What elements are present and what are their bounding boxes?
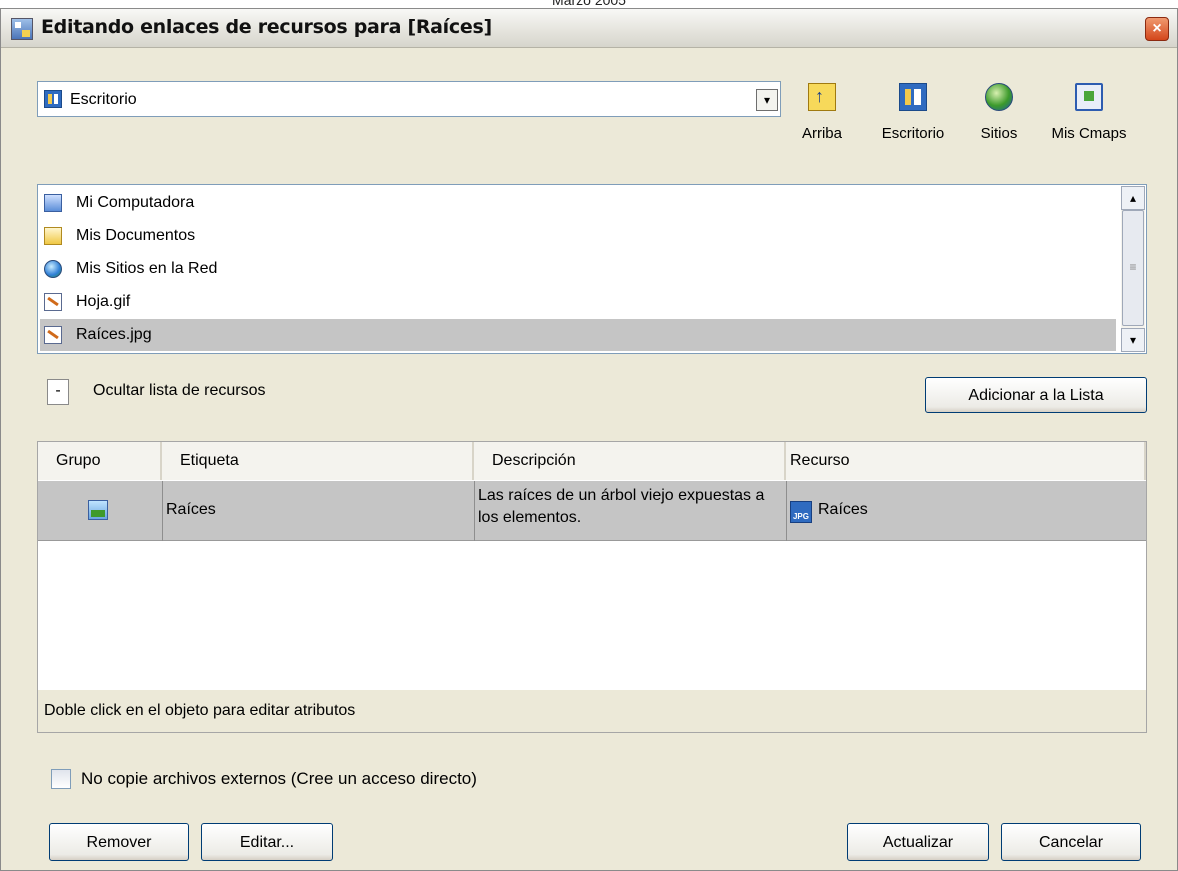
location-combo[interactable]: Escritorio — [37, 81, 781, 117]
grip-icon: ≡ — [1129, 260, 1137, 274]
resource-links-table: Grupo Etiqueta Descripción Recurso Raíce… — [37, 441, 1147, 733]
column-header-resource[interactable]: Recurso — [786, 442, 1146, 480]
edit-button[interactable]: Editar... — [201, 823, 333, 861]
close-icon: × — [1152, 20, 1162, 37]
list-item-label: Mis Sitios en la Red — [76, 260, 218, 277]
chevron-down-icon: ▾ — [763, 93, 771, 107]
update-button[interactable]: Actualizar — [847, 823, 989, 861]
cancel-button[interactable]: Cancelar — [1001, 823, 1141, 861]
cell-divider — [474, 481, 475, 541]
vertical-scrollbar[interactable]: ▴ ≡ ▾ — [1121, 186, 1145, 352]
column-header-group[interactable]: Grupo — [38, 442, 162, 480]
toolbar-up-button[interactable]: Arriba — [787, 83, 857, 142]
list-item-network-places[interactable]: Mis Sitios en la Red — [40, 253, 1116, 285]
window-title: Editando enlaces de recursos para [Raíce… — [41, 16, 492, 38]
globe-icon — [985, 83, 1013, 111]
scroll-up-button[interactable]: ▴ — [1121, 186, 1145, 210]
list-item-label: Hoja.gif — [76, 293, 131, 310]
file-browser-list[interactable]: Mi Computadora Mis Documentos Mis Sitios… — [37, 184, 1147, 354]
chevron-down-icon: ▾ — [1129, 333, 1137, 347]
image-file-icon — [44, 326, 62, 344]
list-item-label: Mis Documentos — [76, 227, 196, 244]
toolbar-desktop-label: Escritorio — [881, 125, 945, 142]
cmap-app-icon — [11, 18, 33, 40]
toolbar-my-cmaps-button[interactable]: Mis Cmaps — [1039, 83, 1139, 142]
hide-resource-list-toggle[interactable]: - — [47, 379, 69, 405]
network-places-icon — [44, 260, 62, 278]
close-button[interactable]: × — [1145, 17, 1169, 41]
row-resource: Raíces — [818, 501, 868, 518]
list-item-label: Raíces.jpg — [76, 326, 152, 343]
my-cmaps-icon — [1075, 83, 1103, 111]
column-header-description[interactable]: Descripción — [474, 442, 786, 480]
column-header-label[interactable]: Etiqueta — [162, 442, 474, 480]
desktop-icon — [44, 90, 62, 108]
toolbar-desktop-button[interactable]: Escritorio — [865, 83, 961, 142]
computer-icon — [44, 194, 62, 212]
scroll-down-button[interactable]: ▾ — [1121, 328, 1145, 352]
row-label: Raíces — [166, 501, 216, 518]
list-item-my-documents[interactable]: Mis Documentos — [40, 220, 1116, 252]
table-row[interactable]: Raíces Las raíces de un árbol viejo expu… — [38, 481, 1146, 541]
add-to-list-button[interactable]: Adicionar a la Lista — [925, 377, 1147, 413]
remove-button[interactable]: Remover — [49, 823, 189, 861]
title-bar[interactable]: Editando enlaces de recursos para [Raíce… — [1, 9, 1177, 48]
cell-divider — [162, 481, 163, 541]
folder-up-icon — [808, 83, 836, 111]
scroll-thumb[interactable]: ≡ — [1122, 210, 1144, 326]
collapse-icon: - — [55, 382, 61, 399]
edit-resource-links-dialog: Editando enlaces de recursos para [Raíce… — [0, 8, 1178, 871]
jpg-file-icon: JPG — [790, 501, 812, 523]
list-item-hoja-gif[interactable]: Hoja.gif — [40, 286, 1116, 318]
chevron-up-icon: ▴ — [1129, 191, 1137, 205]
cell-divider — [786, 481, 787, 541]
toolbar-sites-button[interactable]: Sitios — [967, 83, 1031, 142]
documents-folder-icon — [44, 227, 62, 245]
toolbar-sites-label: Sitios — [980, 125, 1018, 142]
desktop-icon — [899, 83, 927, 111]
image-file-icon — [44, 293, 62, 311]
location-value: Escritorio — [70, 91, 137, 108]
list-item-my-computer[interactable]: Mi Computadora — [40, 187, 1116, 219]
page-caption: Marzo 2005 — [552, 0, 626, 8]
location-dropdown-button[interactable]: ▾ — [756, 89, 778, 111]
image-group-icon — [88, 500, 108, 520]
table-status-bar: Doble click en el objeto para editar atr… — [38, 690, 1146, 732]
list-item-label: Mi Computadora — [76, 194, 195, 211]
row-description: Las raíces de un árbol viejo expuestas a… — [478, 487, 765, 526]
list-item-raices-jpg[interactable]: Raíces.jpg — [40, 319, 1116, 351]
no-copy-external-files-label[interactable]: No copie archivos externos (Cree un acce… — [81, 769, 477, 789]
no-copy-external-files-checkbox[interactable] — [51, 769, 71, 789]
toolbar-up-label: Arriba — [801, 125, 842, 142]
hide-resource-list-label: Ocultar lista de recursos — [93, 382, 266, 399]
toolbar-my-cmaps-label: Mis Cmaps — [1051, 125, 1127, 142]
